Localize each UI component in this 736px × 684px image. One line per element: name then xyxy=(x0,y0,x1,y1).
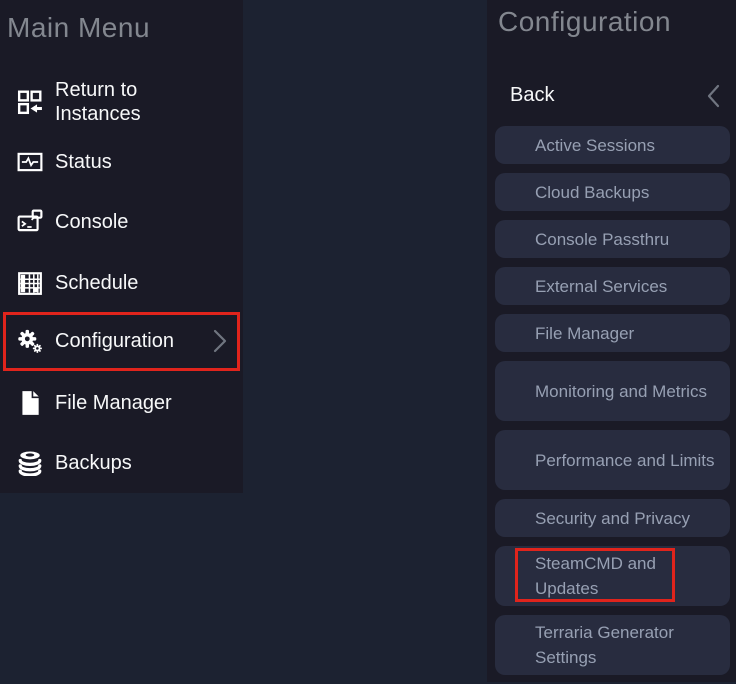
sidebar-item-configuration[interactable]: Configuration xyxy=(0,318,243,364)
configuration-panel: Configuration Back Active Sessions Cloud… xyxy=(487,0,736,682)
status-icon xyxy=(16,148,44,176)
sidebar-item-console[interactable]: Console xyxy=(0,199,243,245)
sidebar-item-return-to-instances[interactable]: Return to Instances xyxy=(0,76,243,128)
chevron-right-icon xyxy=(210,327,230,355)
back-button[interactable]: Back xyxy=(487,76,736,114)
sidebar-item-label: Return to Instances xyxy=(55,79,141,125)
config-option-console-passthru[interactable]: Console Passthru xyxy=(495,220,730,258)
sidebar-item-schedule[interactable]: Schedule xyxy=(0,260,243,306)
sidebar-item-status[interactable]: Status xyxy=(0,139,243,185)
instances-icon xyxy=(16,88,44,116)
config-option-security-and-privacy[interactable]: Security and Privacy xyxy=(495,499,730,537)
sidebar-item-file-manager[interactable]: File Manager xyxy=(0,380,243,426)
config-option-steamcmd-and-updates[interactable]: SteamCMD and Updates xyxy=(495,546,730,606)
sidebar-item-label: Console xyxy=(55,211,129,233)
chevron-left-icon xyxy=(705,82,723,110)
gears-icon xyxy=(16,327,44,355)
sidebar-item-label: Schedule xyxy=(55,272,139,294)
back-label: Back xyxy=(510,83,555,106)
config-option-active-sessions[interactable]: Active Sessions xyxy=(495,126,730,164)
config-option-performance-and-limits[interactable]: Performance and Limits xyxy=(495,430,730,490)
main-menu-title: Main Menu xyxy=(7,12,151,43)
config-option-external-services[interactable]: External Services xyxy=(495,267,730,305)
sidebar-item-label: Status xyxy=(55,151,112,173)
configuration-options-list: Active Sessions Cloud Backups Console Pa… xyxy=(495,126,730,684)
config-option-terraria-generator-settings[interactable]: Terraria Generator Settings xyxy=(495,615,730,675)
schedule-icon xyxy=(16,269,44,297)
sidebar-item-label: Configuration xyxy=(55,330,174,352)
configuration-panel-title: Configuration xyxy=(498,6,672,37)
config-option-file-manager[interactable]: File Manager xyxy=(495,314,730,352)
console-icon xyxy=(16,208,44,236)
sidebar-item-label: File Manager xyxy=(55,392,172,414)
document-icon xyxy=(16,389,44,417)
config-option-cloud-backups[interactable]: Cloud Backups xyxy=(495,173,730,211)
sidebar-item-label: Backups xyxy=(55,452,132,474)
sidebar-item-backups[interactable]: Backups xyxy=(0,440,243,486)
config-option-monitoring-and-metrics[interactable]: Monitoring and Metrics xyxy=(495,361,730,421)
database-icon xyxy=(16,449,44,477)
main-menu-sidebar: Main Menu Return to Instances Status Con… xyxy=(0,0,243,493)
